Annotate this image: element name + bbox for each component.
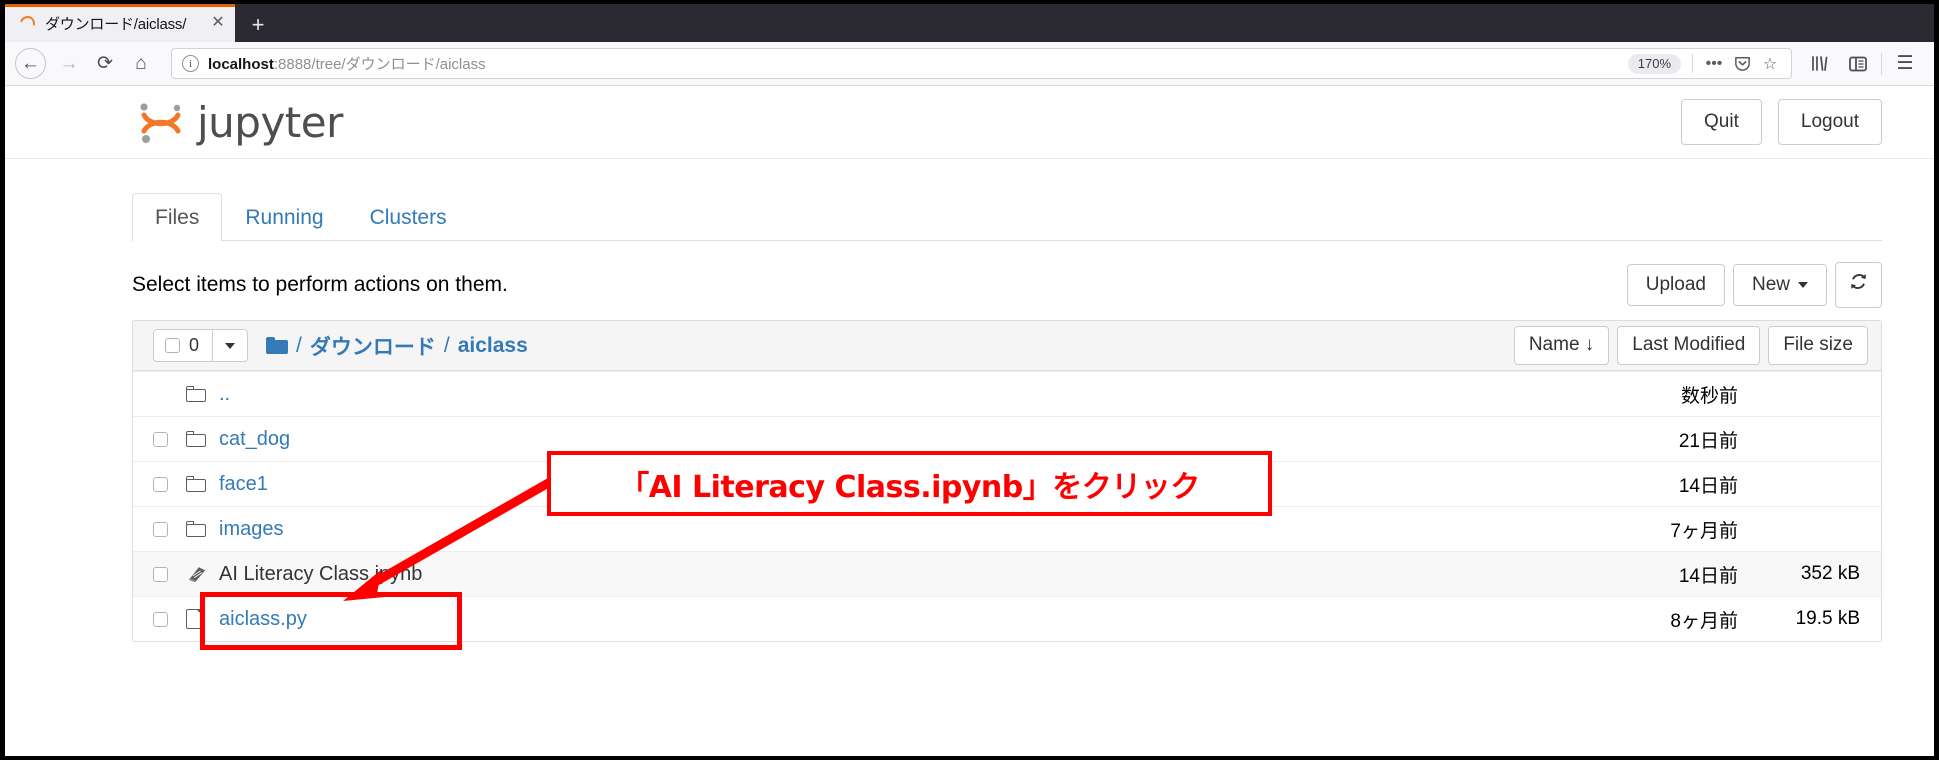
- row-checkbox[interactable]: [153, 521, 168, 537]
- file-name-link[interactable]: face1: [219, 473, 268, 496]
- refresh-button[interactable]: [1835, 262, 1882, 308]
- app-menu-icon[interactable]: ☰: [1886, 46, 1924, 82]
- last-modified-value: 8ヶ月前: [1670, 610, 1738, 632]
- chevron-down-icon: [1798, 281, 1808, 288]
- sort-by-name-button[interactable]: Name ↓: [1513, 326, 1610, 365]
- root-folder-icon[interactable]: [266, 337, 289, 354]
- annotation-callout: 「AI Literacy Class.ipynb」をクリック: [547, 451, 1272, 516]
- jupyter-logo-text: jupyter: [197, 97, 343, 147]
- select-all-checkbox[interactable]: [165, 338, 180, 353]
- folder-icon: [186, 476, 219, 492]
- row-checkbox[interactable]: [153, 476, 168, 492]
- address-bar[interactable]: i localhost:8888/tree/ダウンロード/aiclass 170…: [171, 48, 1792, 79]
- row-checkbox-slot: [153, 431, 186, 447]
- breadcrumb-item-downloads[interactable]: ダウンロード: [310, 331, 436, 361]
- folder-icon: [186, 431, 219, 447]
- file-name-link[interactable]: ..: [219, 383, 230, 406]
- jupyter-tab-bar: Files Running Clusters: [132, 192, 1882, 242]
- annotation-target-highlight: [200, 592, 462, 650]
- last-modified-value: 数秒前: [1680, 385, 1738, 407]
- row-checkbox-slot: [153, 566, 186, 582]
- row-checkbox[interactable]: [153, 431, 168, 447]
- last-modified-value: 14日前: [1678, 565, 1738, 587]
- new-tab-button[interactable]: +: [241, 8, 275, 42]
- browser-tab-title: ダウンロード/aiclass/: [45, 15, 187, 33]
- select-all-dropdown[interactable]: [213, 330, 247, 361]
- file-name-notebook[interactable]: AI Literacy Class.ipynb: [219, 563, 422, 586]
- browser-nav-bar: ← → ⟳ ⌂ i localhost:8888/tree/ダウンロード/aic…: [5, 42, 1934, 86]
- tab-clusters[interactable]: Clusters: [347, 193, 470, 240]
- site-info-icon[interactable]: i: [182, 55, 199, 72]
- jupyter-logo[interactable]: jupyter: [132, 93, 1665, 151]
- sort-buttons: Name ↓ Last Modified File size: [1506, 326, 1868, 365]
- table-row[interactable]: .. 数秒前: [133, 371, 1881, 416]
- breadcrumb-item-aiclass[interactable]: aiclass: [458, 334, 528, 358]
- file-size-value: 352 kB: [1800, 563, 1860, 584]
- home-button[interactable]: ⌂: [123, 46, 159, 82]
- select-all-group[interactable]: 0: [153, 329, 249, 362]
- sort-by-last-modified-button[interactable]: Last Modified: [1617, 326, 1761, 365]
- actions-row: Select items to perform actions on them.…: [132, 262, 1882, 308]
- upload-button[interactable]: Upload: [1626, 263, 1725, 307]
- breadcrumb: / ダウンロード / aiclass: [266, 331, 528, 361]
- jupyter-favicon-icon: [17, 12, 38, 34]
- zoom-level-badge[interactable]: 170%: [1627, 53, 1681, 74]
- browser-toolbar-right: ☰: [1801, 46, 1924, 82]
- annotation-callout-text: 「AI Literacy Class.ipynb」をクリック: [619, 469, 1200, 505]
- url-host: localhost: [208, 56, 274, 73]
- library-icon[interactable]: [1801, 46, 1839, 82]
- back-button[interactable]: ←: [15, 48, 46, 79]
- breadcrumb-separator: /: [443, 333, 450, 357]
- new-button-label: New: [1751, 273, 1790, 295]
- chevron-down-icon: [225, 342, 236, 349]
- page-actions-icon[interactable]: •••: [1700, 50, 1728, 78]
- tab-running[interactable]: Running: [222, 193, 346, 240]
- select-items-note: Select items to perform actions on them.: [132, 273, 508, 296]
- jupyter-logo-icon: [140, 103, 181, 143]
- logout-button[interactable]: Logout: [1777, 98, 1882, 146]
- browser-tab[interactable]: ダウンロード/aiclass/ ✕: [5, 4, 235, 42]
- table-row-notebook-target[interactable]: AI Literacy Class.ipynb 14日前 352 kB: [133, 551, 1881, 596]
- divider: [1881, 52, 1882, 75]
- url-path: :8888/tree/ダウンロード/aiclass: [273, 56, 486, 73]
- file-size-value: 19.5 kB: [1795, 608, 1860, 629]
- last-modified-value: 7ヶ月前: [1670, 520, 1738, 542]
- browser-tab-bar: ダウンロード/aiclass/ ✕ +: [5, 4, 1934, 42]
- file-name-link[interactable]: images: [219, 518, 283, 541]
- new-button[interactable]: New: [1732, 263, 1827, 307]
- file-name-link[interactable]: cat_dog: [219, 428, 290, 451]
- actions-buttons: Upload New: [1626, 262, 1882, 308]
- pocket-icon[interactable]: [1728, 50, 1756, 78]
- close-icon[interactable]: ✕: [207, 12, 229, 34]
- sort-arrow-down-icon: ↓: [1584, 334, 1595, 356]
- jupyter-body: Files Running Clusters Select items to p…: [5, 192, 1934, 642]
- tab-files[interactable]: Files: [132, 192, 223, 242]
- sort-by-file-size-button[interactable]: File size: [1768, 326, 1868, 365]
- divider: [1692, 54, 1693, 73]
- quit-button[interactable]: Quit: [1681, 98, 1762, 146]
- sidebar-icon[interactable]: [1839, 46, 1877, 82]
- bookmark-star-icon[interactable]: ☆: [1756, 50, 1784, 78]
- screenshot-root: ダウンロード/aiclass/ ✕ + ← → ⟳ ⌂ i localhost:…: [5, 4, 1934, 756]
- url-text: localhost:8888/tree/ダウンロード/aiclass: [208, 53, 1628, 74]
- row-checkbox-slot: [153, 476, 186, 492]
- folder-icon: [186, 521, 219, 537]
- file-list-toolbar: 0 / ダウンロード / aiclass Name ↓ Last Modifie…: [133, 321, 1881, 371]
- sort-name-label: Name: [1528, 334, 1580, 356]
- row-checkbox-slot: [153, 521, 186, 537]
- select-all-cell[interactable]: 0: [154, 330, 214, 361]
- notebook-icon: [186, 565, 219, 583]
- jupyter-header: jupyter Quit Logout: [5, 86, 1934, 159]
- row-checkbox[interactable]: [153, 566, 168, 582]
- forward-button[interactable]: →: [51, 46, 87, 82]
- refresh-icon: [1851, 274, 1866, 290]
- row-checkbox-slot: [153, 611, 186, 627]
- row-checkbox[interactable]: [153, 611, 168, 627]
- last-modified-value: 21日前: [1678, 430, 1738, 452]
- breadcrumb-separator: /: [296, 333, 302, 357]
- selected-count: 0: [189, 335, 200, 355]
- reload-button[interactable]: ⟳: [87, 46, 123, 82]
- folder-icon: [186, 386, 219, 402]
- last-modified-value: 14日前: [1678, 475, 1738, 497]
